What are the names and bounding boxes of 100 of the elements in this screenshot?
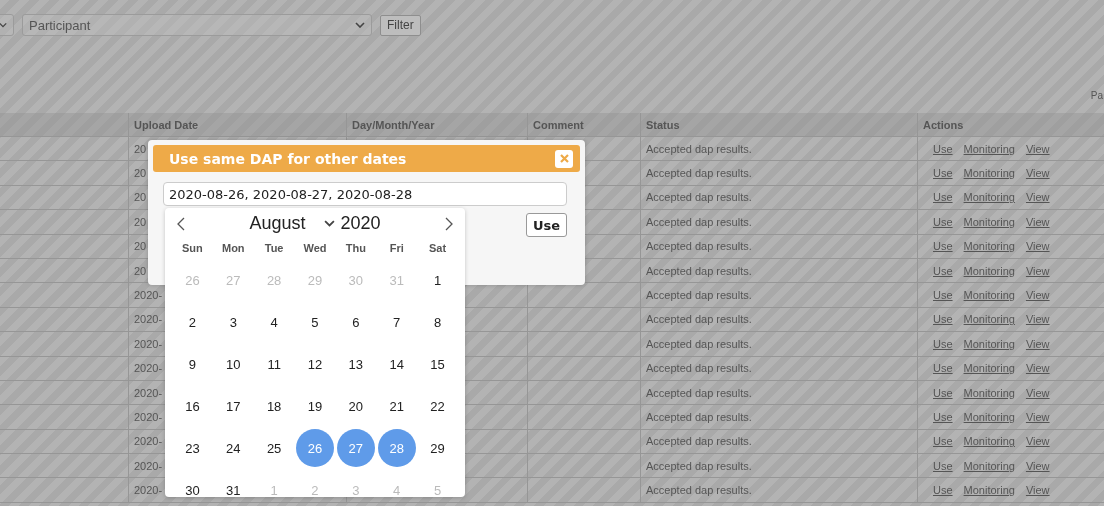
calendar-day[interactable]: 28: [255, 261, 294, 299]
calendar-day[interactable]: 2: [296, 471, 334, 506]
action-link[interactable]: Monitoring: [963, 215, 1015, 228]
calendar-day[interactable]: 7: [377, 303, 416, 341]
calendar-day[interactable]: 10: [214, 345, 253, 383]
action-link[interactable]: Use: [933, 411, 953, 423]
action-link[interactable]: View: [1025, 215, 1050, 228]
action-link[interactable]: Use: [933, 289, 953, 302]
calendar-day[interactable]: 4: [255, 303, 294, 341]
action-link[interactable]: View: [1025, 167, 1050, 180]
calendar-day[interactable]: 4: [377, 471, 416, 506]
calendar-day[interactable]: 3: [336, 471, 375, 506]
action-link[interactable]: Use: [933, 459, 953, 472]
action-link[interactable]: Monitoring: [963, 484, 1015, 497]
table-cell: 2020-: [134, 386, 163, 399]
calendar-day[interactable]: 5: [418, 471, 457, 506]
action-link[interactable]: Monitoring: [963, 459, 1015, 472]
action-link[interactable]: Monitoring: [963, 337, 1015, 350]
previous-month-button[interactable]: [177, 216, 185, 231]
calendar-day[interactable]: 30: [173, 471, 212, 506]
calendar-day[interactable]: 12: [296, 345, 334, 383]
action-link[interactable]: View: [1025, 411, 1050, 423]
action-link[interactable]: View: [1025, 142, 1050, 155]
action-link[interactable]: View: [1025, 264, 1050, 277]
action-link[interactable]: Monitoring: [963, 264, 1015, 277]
calendar-day[interactable]: 2: [173, 303, 212, 341]
action-link[interactable]: Monitoring: [963, 142, 1015, 155]
action-link[interactable]: View: [1025, 313, 1050, 326]
filter-button[interactable]: Filter: [380, 14, 421, 36]
calendar-day[interactable]: 27: [336, 429, 375, 467]
table-cell: 20: [134, 142, 147, 155]
dates-field[interactable]: 2020-08-26, 2020-08-27, 2020-08-28: [163, 182, 567, 206]
action-link[interactable]: View: [1025, 435, 1050, 448]
calendar-day[interactable]: 29: [418, 429, 457, 467]
use-button[interactable]: Use: [525, 213, 567, 237]
action-link[interactable]: Use: [933, 435, 953, 448]
action-link[interactable]: View: [1025, 484, 1050, 497]
action-link[interactable]: Monitoring: [963, 362, 1015, 375]
calendar-day[interactable]: 25: [255, 429, 294, 467]
calendar-day[interactable]: 1: [418, 261, 457, 299]
calendar-day[interactable]: 15: [418, 345, 457, 383]
action-link[interactable]: Monitoring: [963, 191, 1015, 204]
action-link[interactable]: Use: [933, 264, 953, 277]
action-link[interactable]: Use: [933, 484, 953, 497]
calendar-day[interactable]: 1: [255, 471, 294, 506]
calendar-day[interactable]: 26: [296, 429, 334, 467]
action-link[interactable]: View: [1025, 459, 1050, 472]
calendar-day[interactable]: 8: [418, 303, 457, 341]
action-link[interactable]: Monitoring: [963, 313, 1015, 326]
action-link[interactable]: View: [1025, 337, 1050, 350]
action-link[interactable]: Use: [933, 386, 953, 399]
action-link[interactable]: View: [1025, 386, 1050, 399]
calendar-day[interactable]: 20: [336, 387, 375, 425]
action-link[interactable]: View: [1025, 362, 1050, 375]
month-select[interactable]: August: [249, 213, 335, 234]
calendar-day[interactable]: 21: [377, 387, 416, 425]
action-link[interactable]: Use: [933, 362, 953, 375]
action-link[interactable]: Use: [933, 167, 953, 180]
calendar-day[interactable]: 14: [377, 345, 416, 383]
calendar-day[interactable]: 5: [296, 303, 334, 341]
action-link[interactable]: Use: [933, 215, 953, 228]
action-link[interactable]: Monitoring: [963, 435, 1015, 448]
calendar-day[interactable]: 24: [214, 429, 253, 467]
calendar-day[interactable]: 22: [418, 387, 457, 425]
action-link[interactable]: View: [1025, 191, 1050, 204]
calendar-day[interactable]: 6: [336, 303, 375, 341]
chevron-down-icon: [0, 22, 7, 28]
calendar-day[interactable]: 31: [377, 261, 416, 299]
calendar-day[interactable]: 31: [214, 471, 253, 506]
calendar-day[interactable]: 29: [296, 261, 334, 299]
calendar-day[interactable]: 19: [296, 387, 334, 425]
action-link[interactable]: Monitoring: [963, 289, 1015, 302]
participant-select[interactable]: Participant: [22, 14, 372, 36]
action-link[interactable]: View: [1025, 240, 1050, 253]
action-link[interactable]: Monitoring: [963, 411, 1015, 423]
calendar-day[interactable]: 16: [173, 387, 212, 425]
calendar-day[interactable]: 30: [336, 261, 375, 299]
action-link[interactable]: Use: [933, 142, 953, 155]
action-link[interactable]: Use: [933, 337, 953, 350]
action-link[interactable]: Use: [933, 313, 953, 326]
calendar-day[interactable]: 28: [377, 429, 416, 467]
calendar-day[interactable]: 17: [214, 387, 253, 425]
action-link[interactable]: View: [1025, 289, 1050, 302]
action-link[interactable]: Monitoring: [963, 167, 1015, 180]
calendar-day[interactable]: 26: [173, 261, 212, 299]
calendar-day[interactable]: 3: [214, 303, 253, 341]
action-link[interactable]: Monitoring: [963, 386, 1015, 399]
action-link[interactable]: Use: [933, 191, 953, 204]
next-month-button[interactable]: [445, 216, 453, 231]
calendar-day[interactable]: 13: [336, 345, 375, 383]
calendar-day[interactable]: 11: [255, 345, 294, 383]
action-link[interactable]: Use: [933, 240, 953, 253]
calendar-day[interactable]: 23: [173, 429, 212, 467]
calendar-day[interactable]: 27: [214, 261, 253, 299]
calendar-day[interactable]: 9: [173, 345, 212, 383]
table-cell: 2020-: [134, 289, 163, 302]
table-cell: 20: [134, 167, 147, 180]
calendar-day[interactable]: 18: [255, 387, 294, 425]
column-header: Upload Date: [134, 118, 199, 131]
action-link[interactable]: Monitoring: [963, 240, 1015, 253]
